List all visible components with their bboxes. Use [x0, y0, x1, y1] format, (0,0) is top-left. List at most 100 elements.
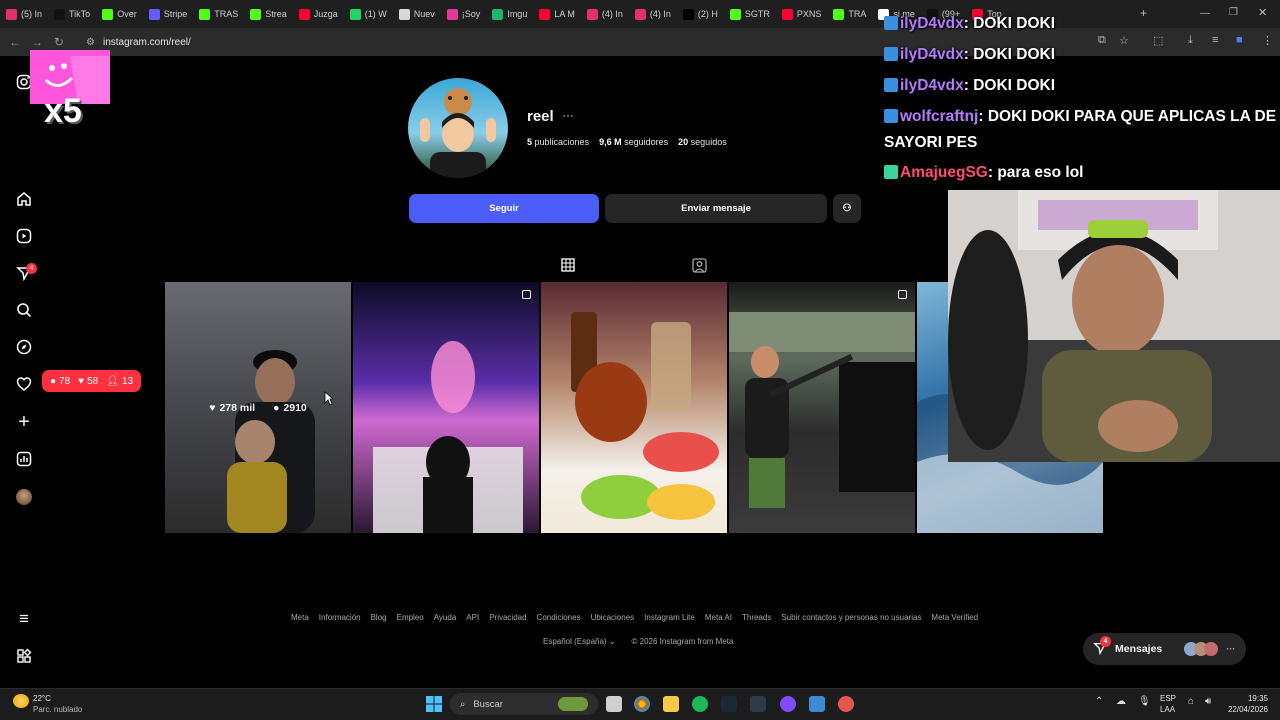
dashboard-icon[interactable] [14, 449, 34, 469]
footer-link[interactable]: API [466, 613, 479, 622]
post-tile-2[interactable] [353, 282, 539, 533]
close-window-icon[interactable]: ✕ [1258, 6, 1267, 19]
keyboard-lang-top[interactable]: ESP [1160, 694, 1176, 704]
address-bar[interactable]: ⚙ instagram.com/reel/ [86, 33, 191, 51]
tab-label[interactable]: (5) In [21, 9, 42, 19]
install-app-icon[interactable]: ⧉ [1098, 34, 1106, 47]
home-icon[interactable] [14, 189, 34, 209]
tab-label[interactable]: PXNS [797, 9, 822, 19]
chevron-down-icon[interactable]: ⌄ [609, 637, 616, 646]
explore-compass-icon[interactable] [14, 337, 34, 357]
browser-menu-icon[interactable]: ⋮ [1262, 34, 1273, 47]
tab-label[interactable]: ¡Soy [462, 9, 481, 19]
followers-count[interactable]: 9,6 M [599, 137, 622, 147]
footer-link[interactable]: Meta AI [705, 613, 732, 622]
tab-label[interactable]: Stripe [164, 9, 188, 19]
profile-avatar[interactable] [14, 487, 34, 507]
bookmark-star-icon[interactable]: ☆ [1119, 34, 1129, 47]
clock-date[interactable]: 22/04/2026 [1220, 705, 1268, 715]
browser-tab[interactable]: (4) In [629, 3, 677, 25]
tab-label[interactable]: Nuev [414, 9, 435, 19]
notifications-pill[interactable]: ● 78 ♥ 58 👤︎ 13 [42, 370, 142, 392]
browser-tab[interactable]: PXNS [776, 3, 828, 25]
file-explorer-icon[interactable] [663, 696, 679, 712]
tab-label[interactable]: Juzga [314, 9, 338, 19]
browser-tab[interactable]: SGTR [724, 3, 776, 25]
footer-link[interactable]: Ayuda [434, 613, 457, 622]
search-icon[interactable] [14, 300, 34, 320]
browser-tab[interactable]: Over [96, 3, 143, 25]
tab-label[interactable]: (4) In [650, 9, 671, 19]
browser-tab[interactable]: Stripe [143, 3, 194, 25]
steam-icon[interactable] [721, 696, 737, 712]
more-options-icon[interactable]: ··· [562, 108, 574, 122]
reading-list-icon[interactable]: ≡ [1212, 34, 1218, 46]
tab-label[interactable]: TRAS [214, 9, 238, 19]
maximize-icon[interactable]: ❐ [1229, 7, 1238, 18]
meta-apps-icon[interactable] [14, 646, 34, 666]
profile-icon[interactable]: ■ [1236, 34, 1243, 46]
post-tile-3[interactable] [541, 282, 727, 533]
weather-temp[interactable]: 22°C [33, 694, 51, 704]
browser-tab[interactable]: TRAS [193, 3, 244, 25]
volume-icon[interactable]: 🔊︎ [1205, 696, 1211, 707]
tab-label[interactable]: Strea [265, 9, 287, 19]
browser-tab[interactable]: Juzga [293, 3, 344, 25]
messages-drawer-button[interactable]: 4 Mensajes ··· [1083, 633, 1246, 665]
footer-link[interactable]: Blog [371, 613, 387, 622]
footer-link[interactable]: Ubicaciones [591, 613, 635, 622]
more-icon[interactable]: ··· [1226, 644, 1235, 654]
microphone-icon[interactable]: 🎙︎ [1138, 696, 1151, 707]
spotify-icon[interactable] [692, 696, 708, 712]
browser-tab[interactable]: (1) W [344, 3, 393, 25]
post-tile-1[interactable]: ♥ 278 mil ● 2910 [165, 282, 351, 533]
taskbar-search[interactable]: ⌕ Buscar [450, 693, 598, 715]
network-icon[interactable]: ⌂ [1188, 696, 1194, 707]
suggest-people-icon[interactable]: ⚇ [833, 194, 861, 223]
browser-tab[interactable]: (5) In [0, 3, 48, 25]
tab-label[interactable]: TikTo [69, 9, 90, 19]
extensions-icon[interactable]: ⬚ [1153, 34, 1163, 47]
followers-stat[interactable]: 9,6 M seguidores [599, 137, 668, 147]
notepad-icon[interactable] [809, 696, 825, 712]
footer-link[interactable]: Empleo [397, 613, 424, 622]
footer-link[interactable]: Condiciones [537, 613, 581, 622]
post-tile-4[interactable] [729, 282, 915, 533]
create-plus-icon[interactable]: + [14, 411, 34, 433]
tab-label[interactable]: (4) In [602, 9, 623, 19]
browser-tab[interactable]: ¡Soy [441, 3, 487, 25]
browser-tab[interactable]: TRA [827, 3, 872, 25]
followers-label[interactable]: seguidores [624, 137, 668, 147]
tab-label[interactable]: SGTR [745, 9, 770, 19]
footer-link[interactable]: Threads [742, 613, 771, 622]
weather-desc[interactable]: Parc. nublado [33, 705, 82, 715]
profile-avatar-large[interactable] [408, 78, 508, 178]
reels-icon[interactable] [14, 226, 34, 246]
tab-label[interactable]: TRA [848, 9, 866, 19]
browser-tab[interactable]: (2) H [677, 3, 724, 25]
url-text[interactable]: instagram.com/reel/ [103, 37, 191, 48]
language-value[interactable]: Español (España) [543, 637, 607, 646]
clock-time[interactable]: 19:35 [1220, 694, 1268, 704]
tab-label[interactable]: Over [117, 9, 137, 19]
tab-label[interactable]: (1) W [365, 9, 387, 19]
footer-link[interactable]: Meta [291, 613, 309, 622]
discord-icon[interactable] [780, 696, 796, 712]
tagged-tab-icon[interactable] [692, 258, 707, 276]
follow-button[interactable]: Seguir [409, 194, 599, 223]
following-stat[interactable]: 20 seguidos [678, 137, 727, 147]
obs-icon[interactable] [838, 696, 854, 712]
menu-hamburger-icon[interactable]: ≡ [14, 609, 34, 629]
footer-link[interactable]: Meta Verified [931, 613, 978, 622]
task-view-icon[interactable] [606, 696, 622, 712]
terminal-icon[interactable] [750, 696, 766, 712]
browser-tab[interactable]: LA M [533, 3, 581, 25]
taskbar-search-text[interactable]: Buscar [473, 699, 503, 710]
chrome-icon[interactable] [634, 696, 650, 712]
tab-label[interactable]: (2) H [698, 9, 718, 19]
footer-link[interactable]: Instagram Lite [644, 613, 695, 622]
downloads-icon[interactable]: ⤓ [1188, 34, 1193, 47]
new-tab-icon[interactable]: + [1140, 6, 1147, 20]
minimize-icon[interactable]: — [1200, 8, 1210, 19]
back-icon[interactable]: ← [4, 31, 26, 53]
